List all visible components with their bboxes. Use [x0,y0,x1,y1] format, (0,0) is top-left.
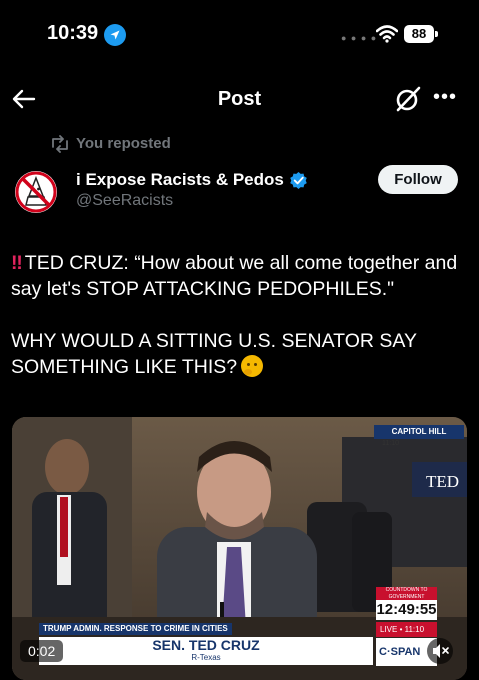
more-icon[interactable]: ••• [433,86,457,109]
follow-button[interactable]: Follow [378,165,458,194]
double-exclamation-emoji: ‼ [11,252,23,274]
name-placard: TED [426,472,460,491]
post-line-1: TED CRUZ: “How about we all come togethe… [11,252,458,300]
chyron-topic: TRUMP ADMIN. RESPONSE TO CRIME IN CITIES [39,623,232,635]
status-time: 10:39 [47,22,99,44]
wifi-icon [375,25,399,48]
video-timer: 0:02 [20,640,64,662]
thinking-face-emoji [241,355,264,377]
grok-icon[interactable] [394,85,422,118]
chyron-small-time: 11:10 [382,440,399,447]
repost-label: You reposted [76,135,171,152]
verified-badge-icon [289,171,308,195]
mute-button[interactable] [427,638,453,664]
countdown-label: COUNTDOWN TO GOVERNMENT SHUTDOWN [376,587,437,607]
author-name[interactable]: i Expose Racists & Pedos [76,170,284,190]
signal-icon: ● ● ● ● [341,33,378,43]
chyron-name: SEN. TED CRUZ [152,637,260,653]
chyron-party: R-Texas [191,653,221,662]
live-time: 11:10 [404,625,425,634]
avatar[interactable] [15,171,57,213]
live-indicator: LIVE • 11:10 [376,622,437,637]
post-text: ‼ TED CRUZ: “How about we all come togeth… [11,250,471,406]
post-line-2: WHY WOULD A SITTING U.S. SENATOR SAY SOM… [11,330,417,378]
repost-icon [50,135,70,158]
video-player[interactable]: CAPITOL HILL 11:10 TED TRUMP ADMIN. RESP… [12,417,467,680]
live-label: LIVE [380,625,398,634]
countdown-timer: 12:49:55 [376,600,437,620]
battery-tip [435,31,438,37]
battery-indicator: 88 [404,25,434,43]
capitol-hill-label: CAPITOL HILL [374,425,464,439]
location-arrow-icon [104,24,126,46]
mute-icon [433,644,449,658]
author-handle[interactable]: @SeeRacists [76,192,173,210]
